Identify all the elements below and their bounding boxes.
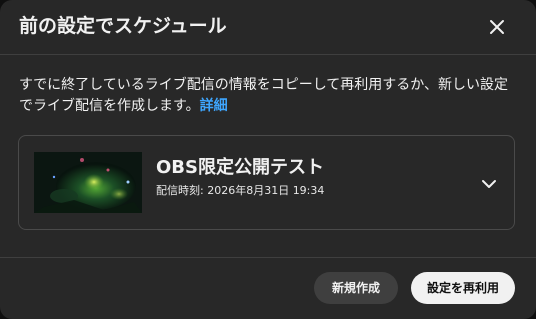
reuse-settings-button[interactable]: 設定を再利用 <box>411 272 515 304</box>
create-new-button[interactable]: 新規作成 <box>314 272 398 304</box>
chevron-down-icon[interactable] <box>477 172 501 196</box>
details-link[interactable]: 詳細 <box>200 98 228 114</box>
description-text: すでに終了しているライブ配信の情報をコピーして再利用するか、新しい設定でライブ配… <box>19 77 509 114</box>
dialog-footer: 新規作成 設定を再利用 <box>0 257 536 319</box>
close-button[interactable] <box>482 12 512 42</box>
dialog-description: すでに終了しているライブ配信の情報をコピーして再利用するか、新しい設定でライブ配… <box>19 75 519 117</box>
stream-time: 配信時刻: 2026年8月31日 19:34 <box>156 184 325 197</box>
dialog-header: 前の設定でスケジュール <box>0 0 536 55</box>
close-icon <box>490 20 504 34</box>
schedule-dialog: 前の設定でスケジュール すでに終了しているライブ配信の情報をコピーして再利用する… <box>0 0 536 319</box>
dialog-title: 前の設定でスケジュール <box>19 15 227 37</box>
stream-thumbnail <box>34 152 142 213</box>
stream-title: OBS限定公開テスト <box>156 157 324 178</box>
previous-stream-selector[interactable]: OBS限定公開テスト 配信時刻: 2026年8月31日 19:34 <box>18 135 515 230</box>
